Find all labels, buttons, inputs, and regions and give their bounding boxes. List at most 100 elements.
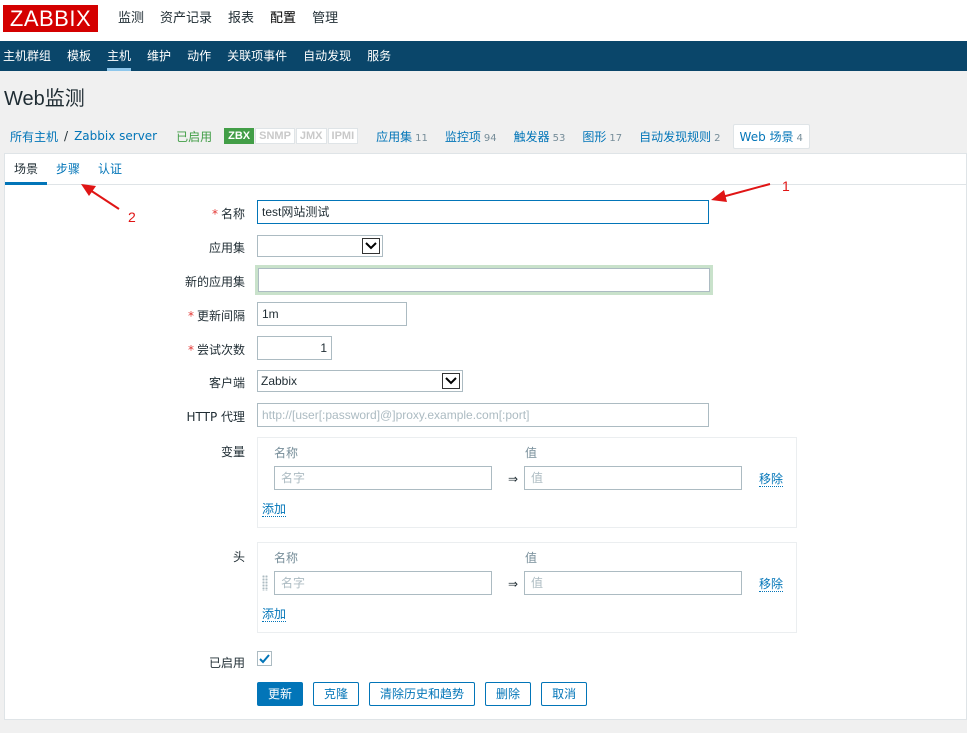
host-nav-discovery-rules[interactable]: 自动发现规则 2 [639, 128, 720, 145]
main-menu: 监测 资产记录 报表 配置 管理 [110, 0, 346, 41]
update-button[interactable]: 更新 [257, 682, 304, 706]
availability-badges: ZBX SNMP JMX IPMI [224, 128, 359, 144]
clear-history-button[interactable]: 清除历史和趋势 [369, 682, 476, 706]
arrow-icon: ⇒ [508, 472, 519, 486]
submenu-services[interactable]: 服务 [359, 41, 399, 71]
badge-ipmi: IPMI [327, 128, 359, 144]
attempts-label-text: 尝试次数 [196, 343, 245, 357]
sub-menu: 主机群组 模板 主机 维护 动作 关联项事件 自动发现 服务 [0, 41, 967, 71]
checkmark-icon [259, 654, 270, 664]
variables-col-name: 名称 [274, 446, 299, 460]
required-mark: * [211, 207, 218, 221]
submenu-discovery[interactable]: 自动发现 [295, 41, 359, 71]
update-interval-input[interactable]: 1m [257, 302, 407, 326]
submenu-actions[interactable]: 动作 [179, 41, 219, 71]
agent-label: 客户端 [208, 376, 245, 390]
menu-configuration[interactable]: 配置 [262, 0, 304, 41]
host-nav-graphs[interactable]: 图形 17 [582, 128, 622, 145]
host-navigation: 所有主机 / Zabbix server 已启用 ZBX SNMP JMX IP… [4, 122, 967, 150]
host-nav-triggers-label: 触发器 [513, 129, 550, 144]
badge-zbx: ZBX [224, 128, 255, 144]
breadcrumb-host[interactable]: Zabbix server [74, 129, 157, 143]
required-mark: * [187, 343, 194, 357]
variable-add-link[interactable]: 添加 [262, 502, 287, 517]
headers-table: 名称 值 名字 ⇒ 值 移除 添加 [257, 542, 797, 633]
name-input[interactable]: test网站测试 [257, 200, 709, 224]
chevron-down-icon[interactable] [442, 373, 460, 389]
zabbix-logo[interactable]: ZABBIX [3, 5, 98, 32]
attempts-input[interactable]: 1 [257, 336, 332, 360]
agent-select-value: Zabbix [261, 374, 298, 388]
tab-scenario[interactable]: 场景 [5, 154, 48, 185]
application-label: 应用集 [208, 241, 245, 255]
breadcrumb-all-hosts[interactable]: 所有主机 [10, 128, 58, 145]
submenu-templates[interactable]: 模板 [59, 41, 99, 71]
variable-remove-link[interactable]: 移除 [759, 472, 784, 487]
delete-button[interactable]: 删除 [485, 682, 532, 706]
variables-label: 变量 [220, 445, 245, 459]
submenu-hosts[interactable]: 主机 [99, 41, 139, 71]
host-nav-applications[interactable]: 应用集 11 [376, 128, 428, 145]
host-nav-graphs-label: 图形 [582, 129, 607, 144]
drag-handle-icon[interactable] [262, 575, 268, 591]
header-add-link[interactable]: 添加 [262, 607, 287, 622]
form-tabs: 场景 步骤 认证 [5, 154, 966, 185]
host-nav-web-scenarios[interactable]: Web 场景 4 [732, 123, 810, 149]
agent-select[interactable]: Zabbix [257, 370, 463, 392]
name-label: * 名称 [212, 205, 245, 222]
host-nav-web-scenarios-count: 4 [796, 132, 803, 144]
new-application-label: 新的应用集 [184, 275, 245, 289]
host-status[interactable]: 已启用 [176, 128, 212, 145]
host-nav-items[interactable]: 监控项 94 [445, 128, 497, 145]
menu-reports[interactable]: 报表 [220, 0, 262, 41]
arrow-icon: ⇒ [508, 577, 519, 591]
tab-authentication[interactable]: 认证 [89, 154, 131, 184]
chevron-down-icon[interactable] [362, 238, 380, 254]
host-nav-discovery-rules-count: 2 [714, 132, 721, 144]
host-nav-items-label: 监控项 [444, 129, 481, 144]
new-application-input[interactable] [255, 265, 713, 295]
submenu-maintenance[interactable]: 维护 [139, 41, 179, 71]
header-remove-link[interactable]: 移除 [759, 577, 784, 592]
variables-table: 名称 值 名字 ⇒ 值 移除 添加 [257, 437, 797, 528]
web-scenario-form: 场景 步骤 认证 * 名称 test网站测试 应用集 新的应用集 * 更新间隔 1m… [4, 153, 967, 720]
page-title: Web监测 [4, 88, 85, 110]
name-label-text: 名称 [220, 207, 245, 221]
menu-administration[interactable]: 管理 [304, 0, 346, 41]
menu-inventory[interactable]: 资产记录 [152, 0, 220, 41]
enabled-checkbox[interactable] [257, 651, 272, 666]
header-name-input[interactable]: 名字 [274, 571, 492, 595]
badge-snmp: SNMP [255, 128, 295, 144]
cancel-button[interactable]: 取消 [541, 682, 588, 706]
application-select[interactable] [257, 235, 383, 257]
annotation-label-2: 2 [128, 209, 136, 225]
variables-col-value: 值 [525, 446, 538, 460]
tab-steps[interactable]: 步骤 [47, 154, 89, 184]
clone-button[interactable]: 克隆 [313, 682, 360, 706]
host-nav-web-scenarios-label: Web 场景 [739, 129, 794, 144]
host-nav-applications-label: 应用集 [376, 129, 413, 144]
host-nav-triggers[interactable]: 触发器 53 [514, 128, 566, 145]
breadcrumb-separator: / [64, 129, 69, 143]
host-nav-triggers-count: 53 [552, 132, 566, 144]
http-proxy-label: HTTP 代理 [186, 410, 245, 424]
badge-jmx: JMX [295, 128, 327, 144]
attempts-label: * 尝试次数 [188, 341, 245, 358]
submenu-host-groups[interactable]: 主机群组 [0, 41, 59, 71]
required-mark: * [187, 309, 194, 323]
header-value-input[interactable]: 值 [524, 571, 742, 595]
annotation-label-1: 1 [782, 178, 790, 194]
variable-name-input[interactable]: 名字 [274, 466, 492, 490]
http-proxy-input[interactable]: http://[user[:password]@]proxy.example.c… [257, 403, 709, 427]
variable-value-input[interactable]: 值 [524, 466, 742, 490]
enabled-label: 已启用 [208, 656, 245, 670]
new-application-input-field[interactable] [258, 268, 710, 292]
top-bar: ZABBIX 监测 资产记录 报表 配置 管理 [0, 0, 967, 41]
interval-label-text: 更新间隔 [196, 309, 245, 323]
menu-monitoring[interactable]: 监测 [110, 0, 152, 41]
headers-label: 头 [232, 550, 245, 564]
host-nav-items-count: 94 [483, 132, 497, 144]
submenu-correlation[interactable]: 关联项事件 [219, 41, 295, 71]
headers-col-name: 名称 [274, 551, 299, 565]
form-buttons: 更新 克隆 清除历史和趋势 删除 取消 [257, 682, 597, 706]
